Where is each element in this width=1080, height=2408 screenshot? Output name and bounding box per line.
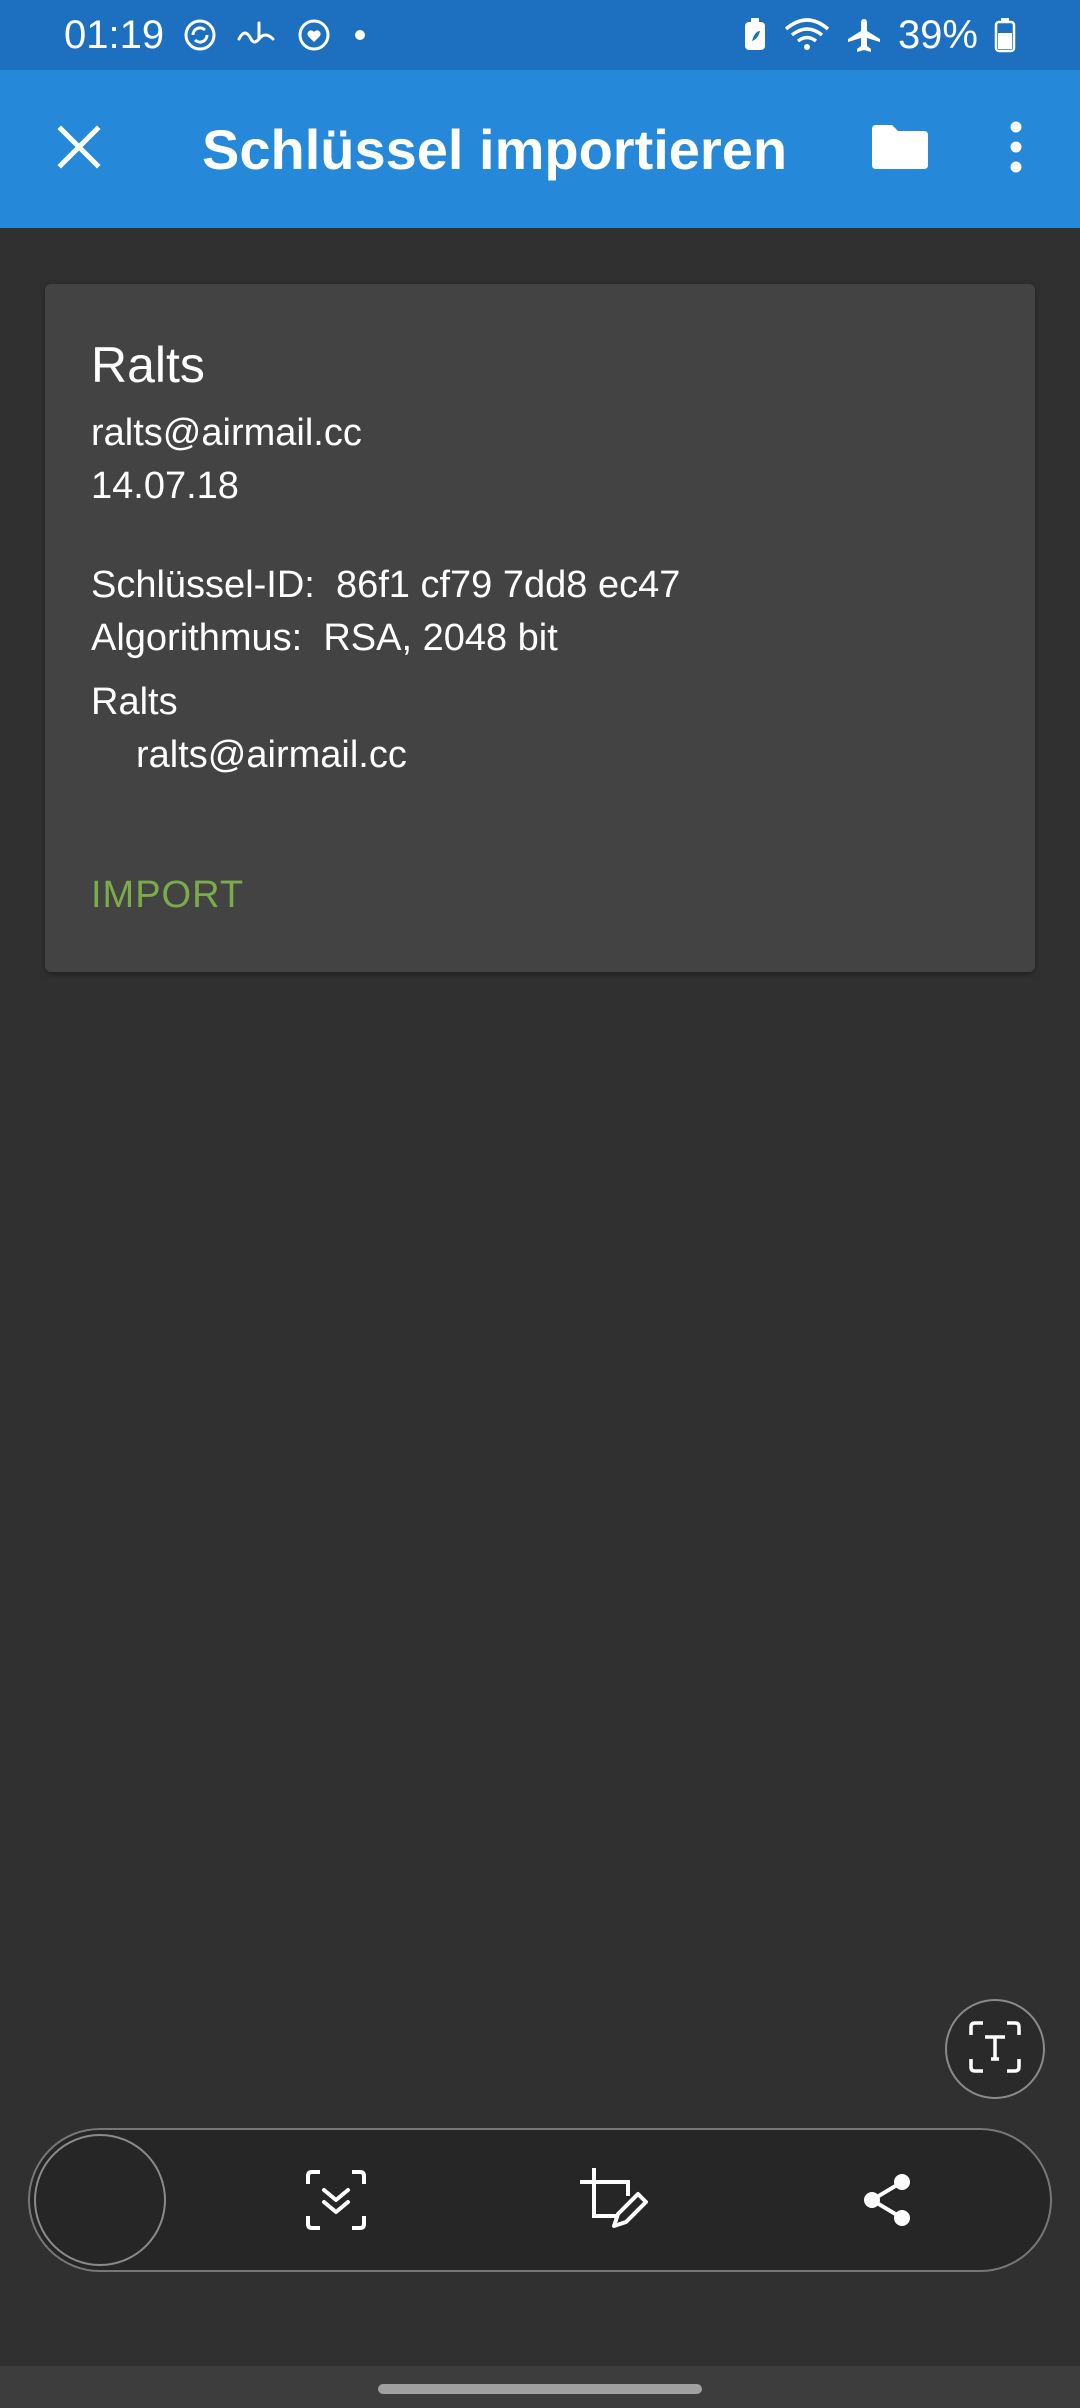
more-options-button[interactable]	[988, 114, 1044, 184]
user-id-name: Ralts	[91, 681, 178, 723]
wifi-icon	[784, 17, 830, 53]
algorithm-label: Algorithmus:	[91, 617, 303, 659]
share-icon	[858, 2170, 918, 2235]
status-bar: 01:19 39%	[0, 0, 1080, 70]
battery-percent: 39%	[897, 12, 978, 57]
text-extract-button[interactable]	[945, 1999, 1045, 2099]
key-id-row: Schlüssel-ID: 86f1 cf79 7dd8 ec47	[91, 564, 680, 607]
crop-edit-button[interactable]	[562, 2152, 662, 2252]
sync-icon	[182, 17, 218, 53]
page-title: Schlüssel importieren	[202, 117, 788, 181]
dot-icon	[350, 25, 370, 45]
airplane-icon	[846, 17, 882, 53]
home-handle[interactable]	[378, 2384, 702, 2394]
algorithm-row: Algorithmus: RSA, 2048 bit	[91, 617, 558, 660]
scroll-capture-icon	[304, 2168, 368, 2237]
share-button[interactable]	[838, 2152, 938, 2252]
algorithm-value: RSA, 2048 bit	[323, 617, 558, 659]
heart-icon	[296, 17, 332, 53]
status-time: 01:19	[64, 12, 165, 57]
open-folder-button[interactable]	[862, 114, 938, 184]
thumbnail-preview[interactable]	[34, 2134, 166, 2266]
key-id-value: 86f1 cf79 7dd8 ec47	[335, 564, 681, 606]
more-vert-icon	[1008, 121, 1024, 178]
key-name: Ralts	[91, 337, 205, 393]
text-extract-icon	[965, 2017, 1025, 2082]
user-id-email: ralts@airmail.cc	[136, 734, 407, 776]
key-email: ralts@airmail.cc	[91, 412, 362, 454]
mail-icon	[236, 17, 278, 53]
folder-icon	[870, 123, 930, 176]
battery-saver-icon	[742, 17, 768, 53]
close-icon	[57, 124, 101, 174]
screenshot-toolbar	[28, 2128, 1052, 2272]
key-card: Ralts ralts@airmail.cc 14.07.18 Schlüsse…	[45, 284, 1035, 972]
key-date: 14.07.18	[91, 465, 239, 507]
close-button[interactable]	[44, 114, 114, 184]
app-bar: Schlüssel importieren	[0, 70, 1080, 228]
crop-edit-icon	[576, 2164, 648, 2241]
battery-icon	[994, 17, 1016, 53]
key-id-label: Schlüssel-ID:	[91, 564, 315, 606]
navigation-bar	[0, 2366, 1080, 2408]
import-button[interactable]: IMPORT	[91, 874, 244, 917]
scroll-capture-button[interactable]	[286, 2152, 386, 2252]
